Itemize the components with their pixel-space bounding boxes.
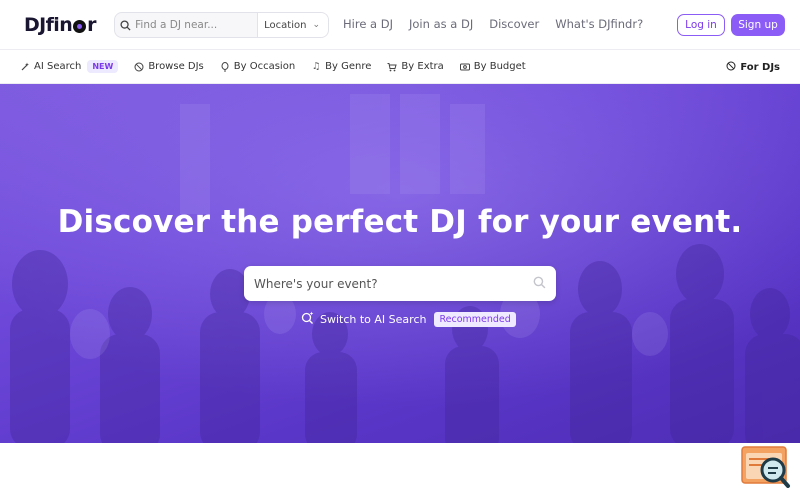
category-by-genre[interactable]: ♫ By Genre <box>311 61 372 72</box>
location-dropdown[interactable]: Location ⌄ <box>257 13 328 37</box>
chat-support-widget[interactable] <box>741 446 791 488</box>
search-icon[interactable] <box>533 274 546 293</box>
globe-icon <box>134 62 144 72</box>
money-icon <box>459 62 470 72</box>
nav-link-join-as-a-dj[interactable]: Join as a DJ <box>409 17 473 31</box>
logo-text-part-a: DJfin <box>24 14 73 36</box>
cart-icon <box>387 62 398 72</box>
find-dj-input[interactable] <box>135 19 258 31</box>
search-icon <box>115 19 135 31</box>
category-ai-search[interactable]: AI Search NEW <box>20 60 119 73</box>
for-djs-link[interactable]: For DJs <box>726 61 780 74</box>
category-by-occasion[interactable]: By Occasion <box>220 61 295 72</box>
login-button[interactable]: Log in <box>677 14 725 36</box>
main-nav-links: Hire a DJ Join as a DJ Discover What's D… <box>343 17 643 31</box>
location-label: Location <box>264 19 307 31</box>
event-location-input[interactable] <box>254 276 533 291</box>
category-label: By Occasion <box>233 61 296 72</box>
category-label: By Genre <box>325 61 372 72</box>
category-label: By Budget <box>473 61 526 72</box>
crowd-background-image <box>0 84 800 443</box>
recommended-badge: Recommended <box>434 311 516 327</box>
category-bar: AI Search NEW Browse DJs By Occasion ♫ B… <box>0 51 800 84</box>
chat-magnifier-icon <box>741 446 790 488</box>
nav-link-discover[interactable]: Discover <box>489 17 539 31</box>
category-label: By Extra <box>401 61 444 72</box>
hero-section: Discover the perfect DJ for your event. … <box>0 84 800 443</box>
sparkle-icon <box>20 62 30 72</box>
logo-text-part-b: r <box>87 14 96 36</box>
nav-link-whats-djfindr[interactable]: What's DJfindr? <box>555 17 643 31</box>
for-djs-label: For DJs <box>740 62 780 73</box>
hero-title: Discover the perfect DJ for your event. <box>57 204 743 240</box>
ai-search-sparkle-icon <box>301 311 314 327</box>
signup-button[interactable]: Sign up <box>731 14 785 36</box>
chevron-down-icon: ⌄ <box>312 20 320 30</box>
new-badge: NEW <box>87 60 119 73</box>
category-label: Browse DJs <box>148 61 204 72</box>
balloon-icon <box>220 61 230 72</box>
top-navigation-bar: DJfinr Location ⌄ Hire a DJ Join as a DJ… <box>0 0 800 50</box>
nav-link-hire-a-dj[interactable]: Hire a DJ <box>343 17 393 31</box>
djfindr-logo[interactable]: DJfin r <box>24 13 97 37</box>
category-by-budget[interactable]: By Budget <box>459 61 526 72</box>
switch-to-ai-search-label: Switch to AI Search <box>320 312 427 326</box>
header-search-bar: Location ⌄ <box>114 12 329 38</box>
globe-icon <box>726 61 736 74</box>
vinyl-disc-icon <box>73 19 87 33</box>
switch-to-ai-search-link[interactable]: Switch to AI Search Recommended <box>301 311 516 327</box>
category-by-extra[interactable]: By Extra <box>387 61 444 72</box>
category-label: AI Search <box>34 61 82 72</box>
category-browse-djs[interactable]: Browse DJs <box>134 61 204 72</box>
music-note-icon: ♫ <box>311 61 321 72</box>
event-location-search <box>244 266 556 301</box>
